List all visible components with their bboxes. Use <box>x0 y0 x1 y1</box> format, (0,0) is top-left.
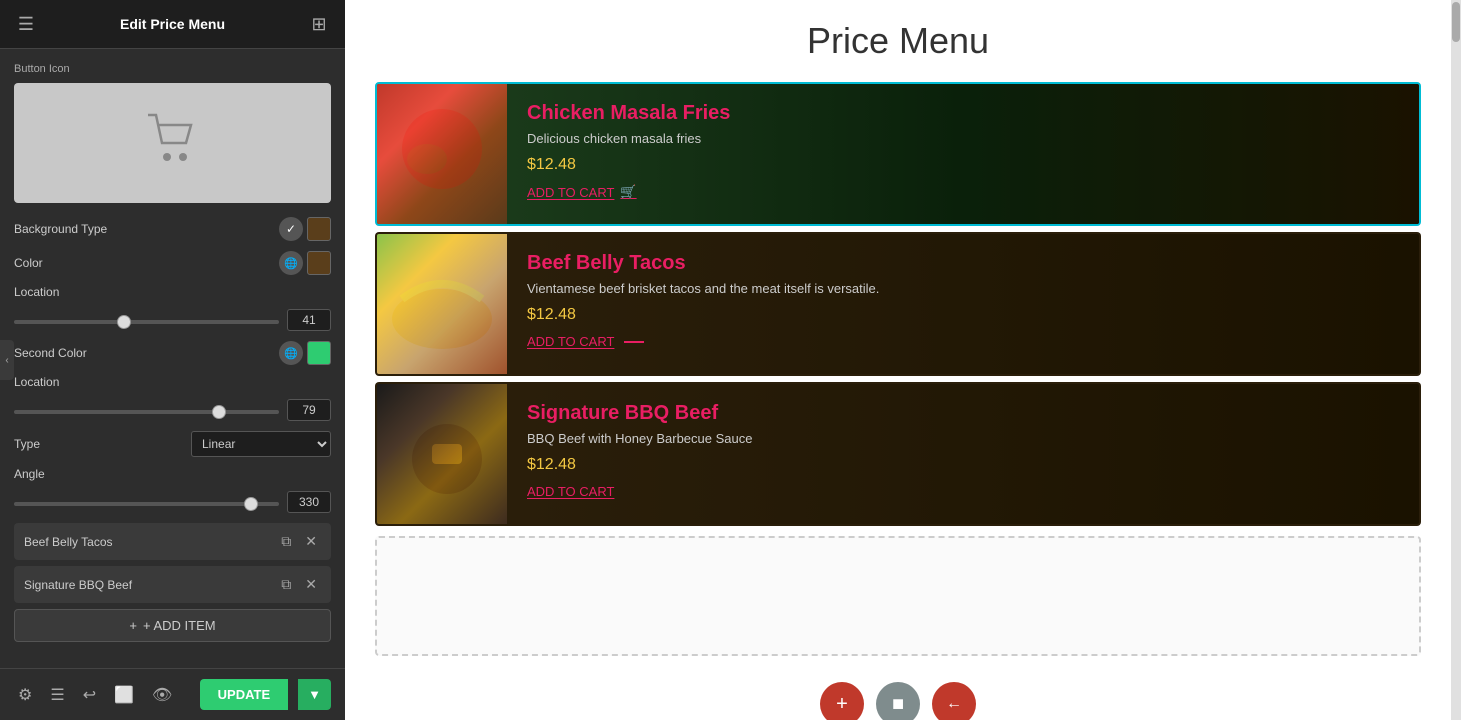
angle-slider[interactable] <box>14 502 279 506</box>
location-label: Location <box>14 285 331 299</box>
fab-back-button[interactable]: ← <box>932 682 976 720</box>
item-copy-button-0[interactable]: ⧉ <box>277 531 295 552</box>
hamburger-menu-button[interactable]: ☰ <box>14 12 38 36</box>
price-menu-title: Price Menu <box>375 20 1421 62</box>
type-row: Type Linear Radial <box>14 431 331 457</box>
menu-item-details-1: Beef Belly Tacos Vientamese beef brisket… <box>507 234 1419 374</box>
location-slider[interactable] <box>14 320 279 324</box>
item-copy-button-1[interactable]: ⧉ <box>277 574 295 595</box>
second-color-globe-button[interactable]: 🌐 <box>279 341 303 365</box>
cart-icon-small-1 <box>624 341 644 343</box>
bottom-actions: + ■ ← <box>375 666 1421 720</box>
color-globe-button[interactable]: 🌐 <box>279 251 303 275</box>
item-price-2: $12.48 <box>527 456 1399 474</box>
angle-row: Angle <box>14 467 331 481</box>
item-description-2: BBQ Beef with Honey Barbecue Sauce <box>527 431 1399 446</box>
button-icon-preview <box>14 83 331 203</box>
item-name-1: Beef Belly Tacos <box>527 252 1399 275</box>
update-button[interactable]: UPDATE <box>200 679 288 710</box>
bg-type-color-swatch[interactable] <box>307 217 331 241</box>
price-menu-container: Price Menu Chicken Masala Fries Deliciou… <box>345 0 1451 720</box>
menu-item-card-0[interactable]: Chicken Masala Fries Delicious chicken m… <box>375 82 1421 226</box>
location-value-input[interactable]: 41 <box>287 309 331 331</box>
history-icon-button[interactable]: ↩ <box>79 681 100 709</box>
menu-item-details-0: Chicken Masala Fries Delicious chicken m… <box>507 84 1419 224</box>
panel-title: Edit Price Menu <box>120 16 225 32</box>
panel-header: ☰ Edit Price Menu ⊞ <box>0 0 345 49</box>
item-delete-button-1[interactable]: ✕ <box>301 574 321 595</box>
color-controls: 🌐 <box>279 251 331 275</box>
angle-value-input[interactable]: 330 <box>287 491 331 513</box>
second-color-label: Second Color <box>14 346 279 360</box>
main-content: Price Menu Chicken Masala Fries Deliciou… <box>345 0 1451 720</box>
bg-type-label: Background Type <box>14 222 279 236</box>
grid-button[interactable]: ⊞ <box>307 12 331 36</box>
menu-item-card-1[interactable]: Beef Belly Tacos Vientamese beef brisket… <box>375 232 1421 376</box>
bg-type-check-button[interactable]: ✓ <box>279 217 303 241</box>
layers-icon-button[interactable]: ☰ <box>46 681 68 709</box>
second-location-row: Location <box>14 375 331 389</box>
location-slider-wrap <box>14 311 279 329</box>
second-color-row: Second Color 🌐 <box>14 341 331 365</box>
button-icon-label: Button Icon <box>14 63 331 75</box>
menu-item-image-2 <box>377 384 507 524</box>
item-label-0: Beef Belly Tacos <box>24 535 271 549</box>
item-price-1: $12.48 <box>527 306 1399 324</box>
add-to-cart-button-2[interactable]: ADD TO CART <box>527 484 614 499</box>
add-to-cart-button-1[interactable]: ADD TO CART <box>527 334 644 349</box>
angle-slider-wrap <box>14 493 279 511</box>
add-item-plus-icon: + <box>129 618 137 633</box>
angle-slider-row: 330 <box>14 491 331 513</box>
cart-icon <box>143 110 203 177</box>
panel-footer: ⚙ ☰ ↩ ⬜ 👁 UPDATE ▼ <box>0 668 345 720</box>
menu-item-image-1 <box>377 234 507 374</box>
type-select[interactable]: Linear Radial <box>191 431 331 457</box>
item-name-2: Signature BBQ Beef <box>527 402 1399 425</box>
menu-item-card-2[interactable]: Signature BBQ Beef BBQ Beef with Honey B… <box>375 382 1421 526</box>
item-label-1: Signature BBQ Beef <box>24 578 271 592</box>
add-item-button[interactable]: + + ADD ITEM <box>14 609 331 642</box>
list-item: Signature BBQ Beef ⧉ ✕ <box>14 566 331 603</box>
visibility-icon-button[interactable]: 👁 <box>148 681 176 709</box>
location-slider-row: 41 <box>14 309 331 331</box>
fab-add-button[interactable]: + <box>820 682 864 720</box>
update-dropdown-button[interactable]: ▼ <box>298 679 331 710</box>
angle-label: Angle <box>14 467 331 481</box>
item-price-0: $12.48 <box>527 156 1399 174</box>
second-location-value-input[interactable]: 79 <box>287 399 331 421</box>
location-row: Location <box>14 285 331 299</box>
scrollbar-thumb[interactable] <box>1452 2 1460 42</box>
add-item-label: + ADD ITEM <box>143 618 216 633</box>
list-item: Beef Belly Tacos ⧉ ✕ <box>14 523 331 560</box>
color-swatch[interactable] <box>307 251 331 275</box>
settings-icon-button[interactable]: ⚙ <box>14 681 36 709</box>
second-color-swatch[interactable] <box>307 341 331 365</box>
color-row: Color 🌐 <box>14 251 331 275</box>
second-location-slider-row: 79 <box>14 399 331 421</box>
item-description-1: Vientamese beef brisket tacos and the me… <box>527 281 1399 296</box>
bg-type-controls: ✓ <box>279 217 331 241</box>
item-delete-button-0[interactable]: ✕ <box>301 531 321 552</box>
panel-content: Button Icon Background Type ✓ Color <box>0 49 345 668</box>
fab-stop-button[interactable]: ■ <box>876 682 920 720</box>
drop-zone <box>375 536 1421 656</box>
second-location-slider-wrap <box>14 401 279 419</box>
add-to-cart-button-0[interactable]: ADD TO CART 🛒 <box>527 184 637 200</box>
item-description-0: Delicious chicken masala fries <box>527 131 1399 146</box>
panel-collapse-tab[interactable]: ‹ <box>0 340 14 380</box>
background-type-row: Background Type ✓ <box>14 217 331 241</box>
second-location-slider[interactable] <box>14 410 279 414</box>
items-section: Beef Belly Tacos ⧉ ✕ Signature BBQ Beef … <box>14 523 331 642</box>
type-label: Type <box>14 437 191 451</box>
item-name-0: Chicken Masala Fries <box>527 102 1399 125</box>
cart-icon-small-0: 🛒 <box>620 184 636 200</box>
second-location-label: Location <box>14 375 331 389</box>
menu-item-image-0 <box>377 84 507 224</box>
right-scrollbar[interactable] <box>1451 0 1461 720</box>
second-color-controls: 🌐 <box>279 341 331 365</box>
color-label: Color <box>14 256 279 270</box>
menu-item-details-2: Signature BBQ Beef BBQ Beef with Honey B… <box>507 384 1419 524</box>
left-panel: ☰ Edit Price Menu ⊞ Button Icon Backgrou… <box>0 0 345 720</box>
preview-icon-button[interactable]: ⬜ <box>110 681 138 709</box>
